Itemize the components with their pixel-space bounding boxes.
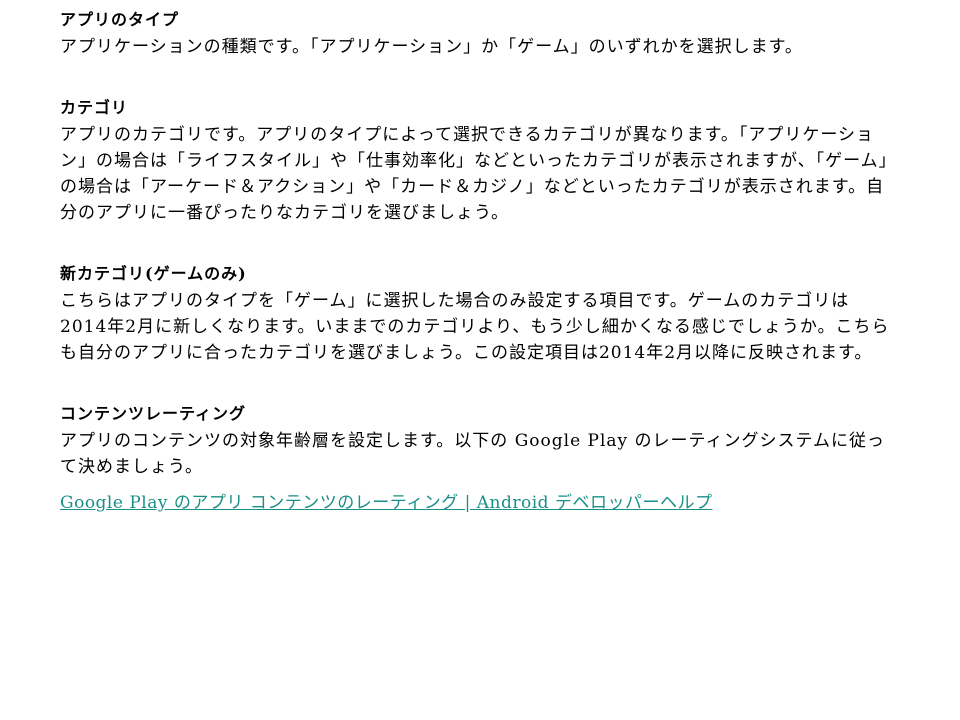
section-new-category: 新カテゴリ(ゲームのみ) こちらはアプリのタイプを「ゲーム」に選択した場合のみ設… bbox=[60, 260, 892, 366]
document: アプリのタイプ アプリケーションの種類です。「アプリケーション」か「ゲーム」のい… bbox=[60, 6, 892, 516]
section-title: 新カテゴリ(ゲームのみ) bbox=[60, 264, 247, 283]
section-title: カテゴリ bbox=[60, 98, 129, 117]
section-content-rating: コンテンツレーティング アプリのコンテンツの対象年齢層を設定します。以下の Go… bbox=[60, 400, 892, 480]
rating-help-link[interactable]: Google Play のアプリ コンテンツのレーティング | Android … bbox=[60, 493, 712, 513]
section-category: カテゴリ アプリのカテゴリです。アプリのタイプによって選択できるカテゴリが異なり… bbox=[60, 94, 892, 226]
section-app-type: アプリのタイプ アプリケーションの種類です。「アプリケーション」か「ゲーム」のい… bbox=[60, 6, 892, 60]
section-title: アプリのタイプ bbox=[60, 10, 180, 29]
section-body: アプリのコンテンツの対象年齢層を設定します。以下の Google Play のレ… bbox=[60, 431, 886, 477]
section-title: コンテンツレーティング bbox=[60, 404, 247, 423]
link-container: Google Play のアプリ コンテンツのレーティング | Android … bbox=[60, 490, 892, 516]
section-body: アプリのカテゴリです。アプリのタイプによって選択できるカテゴリが異なります。「ア… bbox=[60, 125, 889, 223]
section-body: こちらはアプリのタイプを「ゲーム」に選択した場合のみ設定する項目です。ゲームのカ… bbox=[60, 291, 890, 363]
section-body: アプリケーションの種類です。「アプリケーション」か「ゲーム」のいずれかを選択しま… bbox=[60, 37, 803, 57]
